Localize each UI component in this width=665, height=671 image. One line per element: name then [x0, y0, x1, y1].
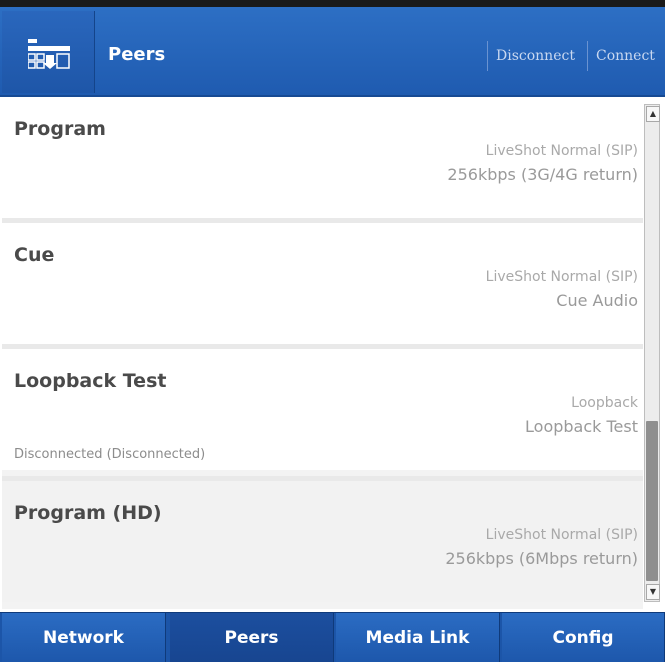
- tab-config[interactable]: Config: [502, 613, 665, 663]
- header-bar: Peers Disconnect Connect: [0, 7, 665, 97]
- scroll-up-arrow-icon[interactable]: ▲: [646, 106, 660, 122]
- peer-description: 256kbps (6Mbps return): [445, 549, 638, 568]
- peer-type: LiveShot Normal (SIP): [485, 269, 638, 285]
- peer-item-program[interactable]: Program LiveShot Normal (SIP) 256kbps (3…: [2, 97, 643, 218]
- scroll-down-arrow-icon[interactable]: ▼: [646, 584, 660, 600]
- tab-media-link[interactable]: Media Link: [336, 613, 500, 663]
- peer-list: Program LiveShot Normal (SIP) 256kbps (3…: [2, 97, 643, 609]
- peer-type: LiveShot Normal (SIP): [485, 143, 638, 159]
- peer-description: Cue Audio: [556, 291, 638, 310]
- peer-type: Loopback: [571, 395, 638, 411]
- bottom-edge: [0, 662, 665, 671]
- peer-name: Cue: [14, 244, 55, 266]
- peers-logo-icon: [28, 39, 70, 69]
- page-title: Peers: [108, 44, 166, 65]
- tab-network[interactable]: Network: [2, 613, 166, 663]
- bottom-nav: Network Peers Media Link Config: [0, 612, 665, 663]
- peer-item-cue[interactable]: Cue LiveShot Normal (SIP) Cue Audio: [2, 223, 643, 344]
- peer-item-loopback-test[interactable]: Loopback Test Loopback Loopback Test Dis…: [2, 349, 643, 470]
- scrollbar-thumb[interactable]: [646, 421, 658, 581]
- peer-name: Program (HD): [14, 502, 162, 524]
- peer-type: LiveShot Normal (SIP): [485, 527, 638, 543]
- peer-item-program-hd[interactable]: Program (HD) LiveShot Normal (SIP) 256kb…: [2, 481, 643, 602]
- scrollbar[interactable]: ▲ ▼: [644, 104, 660, 602]
- peer-description: 256kbps (3G/4G return): [447, 165, 638, 184]
- connect-button[interactable]: Connect: [587, 41, 655, 71]
- peer-name: Program: [14, 118, 106, 140]
- peer-status: Disconnected (Disconnected): [14, 447, 206, 462]
- disconnect-button[interactable]: Disconnect: [487, 41, 575, 71]
- logo-button[interactable]: [2, 11, 95, 93]
- peer-description: Loopback Test: [525, 417, 638, 436]
- peer-name: Loopback Test: [14, 370, 167, 392]
- tab-peers[interactable]: Peers: [170, 613, 334, 663]
